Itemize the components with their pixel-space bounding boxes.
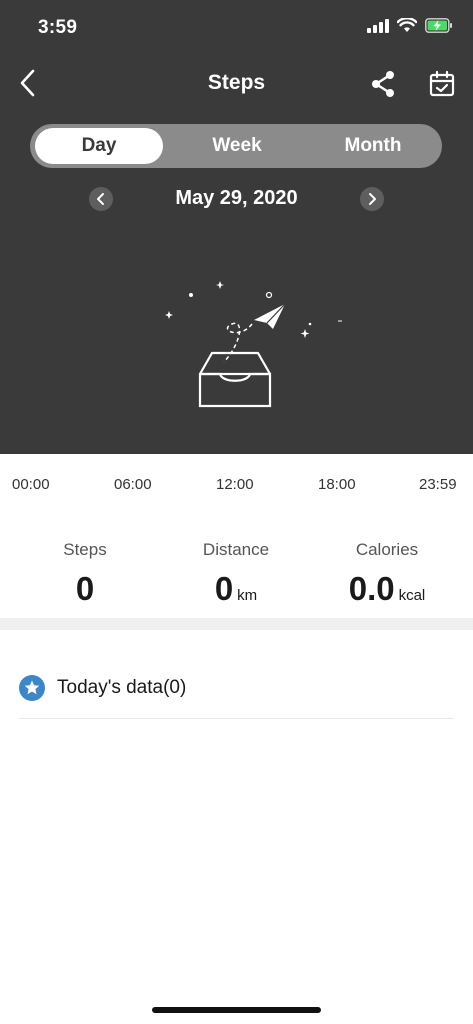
share-icon [372,71,394,97]
axis-tick: 00:00 [12,476,50,493]
share-button[interactable] [369,69,397,99]
axis-tick: 23:59 [419,476,457,493]
calories-number: 0.0 [348,570,395,607]
empty-tray-illustration [165,281,342,408]
calories-unit: kcal [398,587,426,604]
tab-week[interactable]: Week [173,128,301,164]
next-date-button[interactable] [360,187,384,211]
distance-number: 0 [214,570,234,607]
todays-data-row[interactable]: Today's data(0) [19,673,454,719]
distance-unit: km [237,587,258,604]
axis-tick: 12:00 [216,476,254,493]
calendar-button[interactable] [428,69,456,99]
page-title: Steps [207,71,266,94]
wifi-icon [397,18,417,32]
tab-month[interactable]: Month [309,128,437,164]
calories-label: Calories [355,540,419,559]
period-segmented-control: Day Week Month [30,124,442,168]
status-time: 3:59 [38,17,78,38]
calendar-check-icon [429,70,455,97]
signal-icon [367,18,389,33]
battery-charging-icon [425,18,452,33]
status-icons [367,18,453,33]
distance-value: 0 km [156,570,316,608]
steps-number: 0 [75,570,95,607]
header-panel: 3:59 Steps Day Week Month May 29, 2020 [0,0,473,454]
date-label: May 29, 2020 [175,187,298,209]
todays-data-label: Today's data(0) [57,677,187,698]
star-icon [19,675,45,701]
section-divider [0,618,473,630]
time-axis: 00:00 06:00 12:00 18:00 23:59 [0,476,473,496]
axis-tick: 18:00 [318,476,356,493]
steps-value: 0 [5,570,165,608]
distance-label: Distance [202,540,270,559]
axis-tick: 06:00 [114,476,152,493]
chevron-right-icon [369,193,376,205]
steps-label: Steps [63,540,107,559]
tab-day[interactable]: Day [35,128,163,164]
calories-value: 0.0 kcal [307,570,467,608]
home-indicator [152,1007,321,1013]
